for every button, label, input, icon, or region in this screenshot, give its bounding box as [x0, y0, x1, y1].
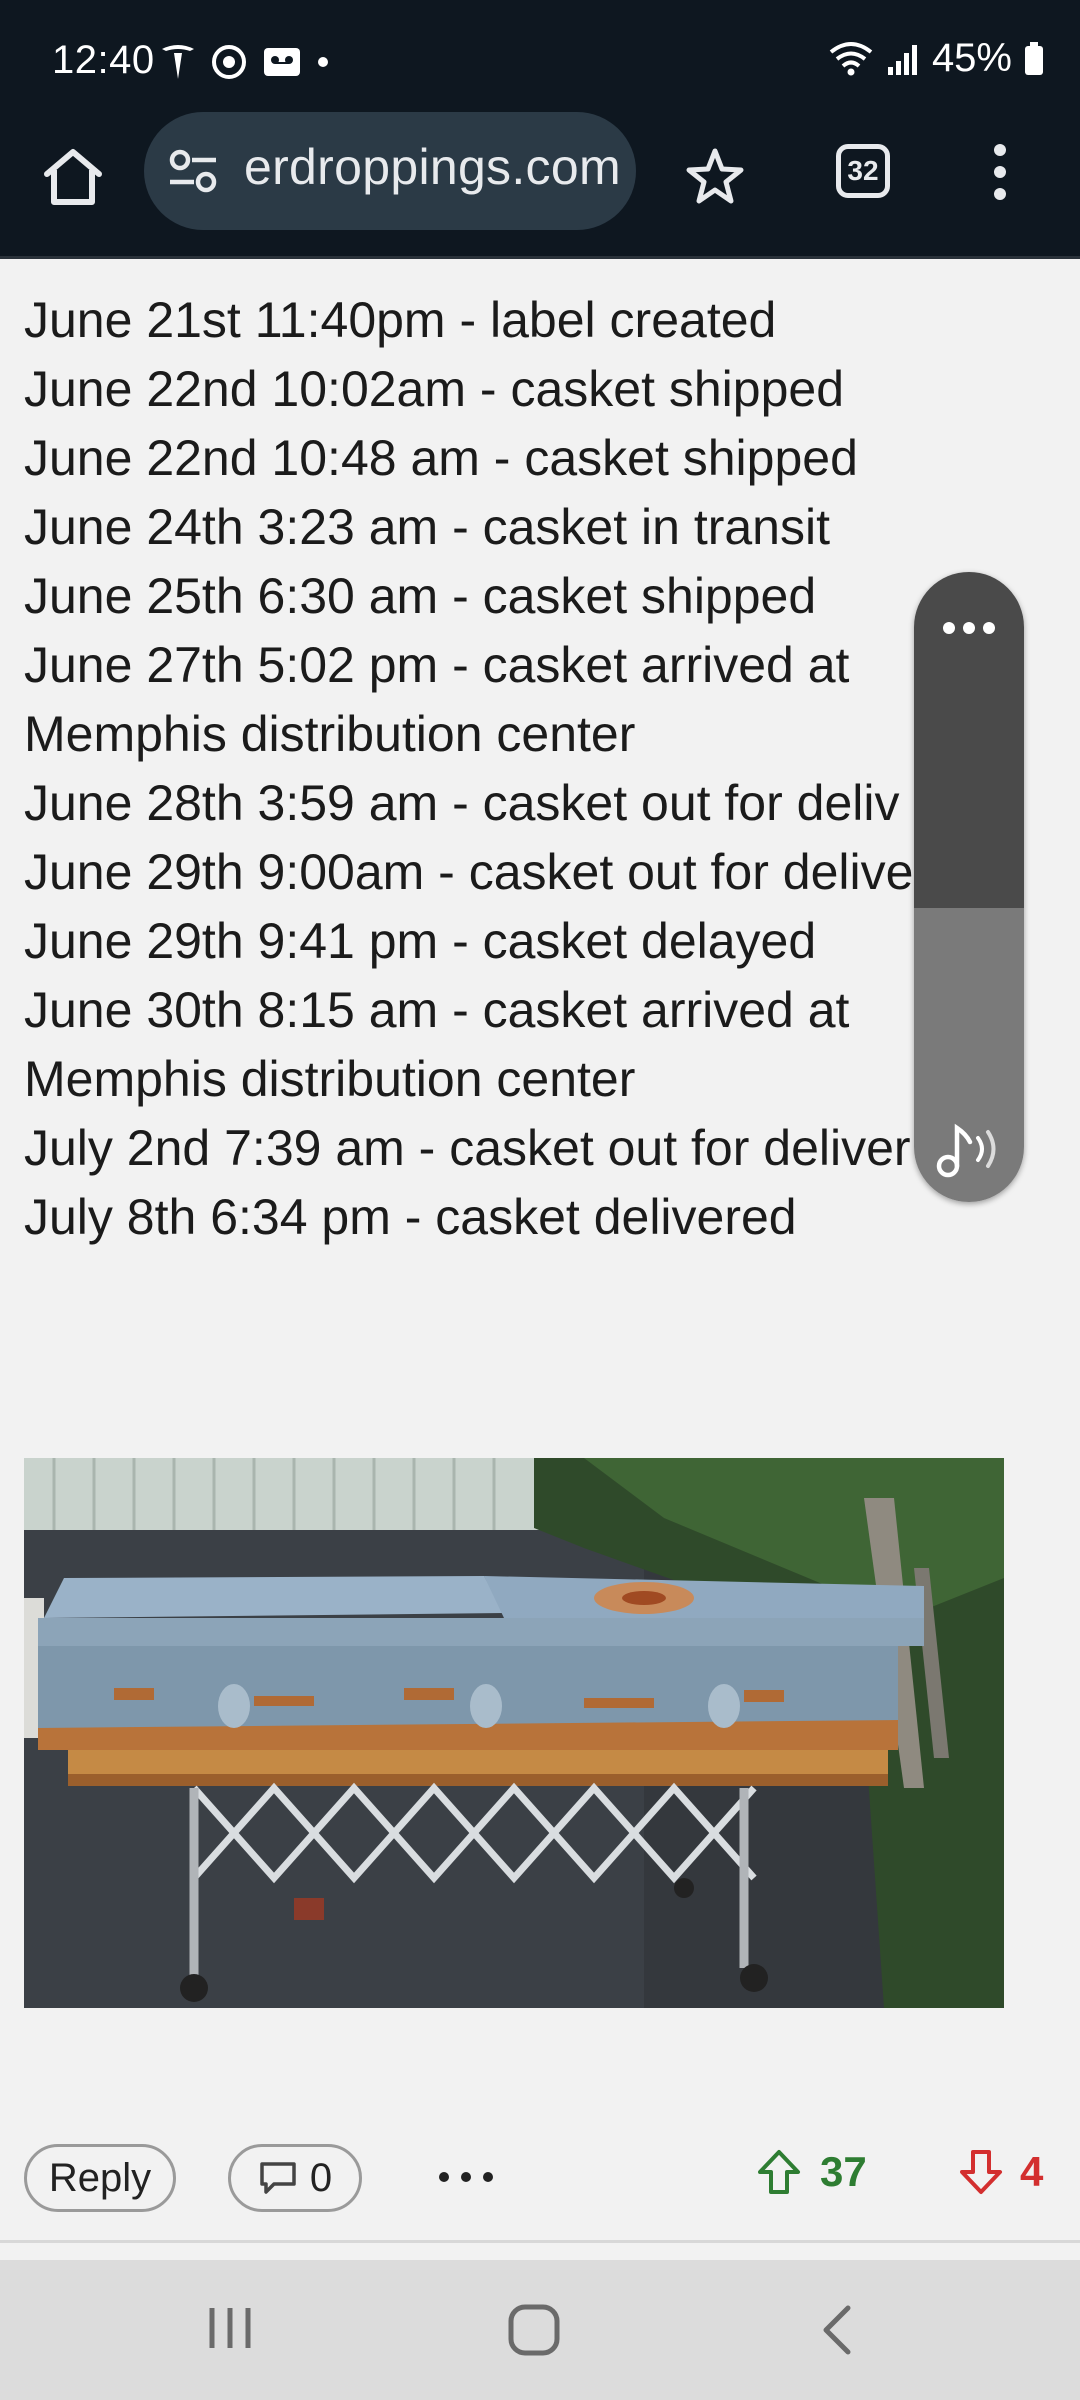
downvote-button[interactable]: 4: [958, 2148, 1043, 2196]
reply-button[interactable]: Reply: [24, 2144, 176, 2212]
site-settings-icon[interactable]: [168, 148, 218, 194]
voicemail-icon: [264, 48, 300, 76]
notification-icons: [160, 38, 330, 86]
more-horiz-icon[interactable]: [940, 618, 998, 638]
signal-icon: [887, 44, 917, 75]
upvote-button[interactable]: 37: [756, 2148, 867, 2196]
dot-icon: [318, 57, 328, 67]
tesla-icon: [162, 45, 194, 79]
media-volume-icon[interactable]: [936, 1120, 1002, 1178]
home-nav-icon[interactable]: [506, 2302, 562, 2358]
more-horiz-icon[interactable]: [434, 2162, 498, 2192]
casket-photo[interactable]: [24, 1458, 1004, 2008]
comment-icon: [260, 2162, 296, 2194]
post-body: June 21st 11:40pm - label created June 2…: [24, 286, 1024, 1252]
log-line: July 2nd 7:39 am - casket out for delive…: [24, 1120, 911, 1176]
comment-count: 0: [309, 2155, 333, 2200]
floating-volume-panel[interactable]: [914, 572, 1024, 1202]
url-text: erdroppings.com: [244, 139, 621, 195]
arrow-down-outline-icon: [960, 2150, 1002, 2194]
log-line: June 27th 5:02 pm - casket arrived at: [24, 637, 850, 693]
more-vert-icon[interactable]: [990, 142, 1010, 202]
log-line: June 29th 9:41 pm - casket delayed: [24, 913, 817, 969]
battery-percent: 45%: [931, 36, 1012, 80]
tab-switcher-button[interactable]: 32: [836, 144, 890, 198]
back-icon[interactable]: [816, 2302, 856, 2358]
downvote-count: 4: [1020, 2148, 1044, 2195]
log-line: June 29th 9:00am - casket out for delive: [24, 844, 914, 900]
log-line: Memphis distribution center: [24, 706, 636, 762]
log-line: June 28th 3:59 am - casket out for deliv: [24, 775, 900, 831]
bookmark-star-icon[interactable]: [684, 146, 746, 208]
toolbar-divider: [0, 256, 1080, 259]
status-bar: 12:40 45%: [0, 0, 1080, 118]
recents-icon[interactable]: [204, 2304, 256, 2352]
divider: [0, 2240, 1080, 2243]
system-nav-bar: [0, 2260, 1080, 2400]
post-actions-bar: Reply 0 37 4: [0, 2140, 1080, 2220]
comments-button[interactable]: 0: [228, 2144, 362, 2212]
log-line: July 8th 6:34 pm - casket delivered: [24, 1189, 797, 1245]
wifi-icon: [829, 41, 873, 75]
upvote-count: 37: [820, 2148, 867, 2195]
log-line: June 22nd 10:02am - casket shipped: [24, 361, 844, 417]
battery-icon: [1025, 41, 1043, 75]
status-right: 45%: [828, 36, 1044, 81]
sync-icon: [212, 45, 246, 79]
log-line: Memphis distribution center: [24, 1051, 636, 1107]
address-bar[interactable]: erdroppings.com: [144, 112, 636, 230]
log-line: June 25th 6:30 am - casket shipped: [24, 568, 817, 624]
log-line: June 22nd 10:48 am - casket shipped: [24, 430, 858, 486]
log-line: June 24th 3:23 am - casket in transit: [24, 499, 830, 555]
log-line: June 21st 11:40pm - label created: [24, 292, 777, 348]
arrow-up-outline-icon: [758, 2150, 800, 2194]
status-time: 12:40: [52, 38, 155, 82]
home-icon[interactable]: [40, 144, 106, 210]
log-line: June 30th 8:15 am - casket arrived at: [24, 982, 850, 1038]
